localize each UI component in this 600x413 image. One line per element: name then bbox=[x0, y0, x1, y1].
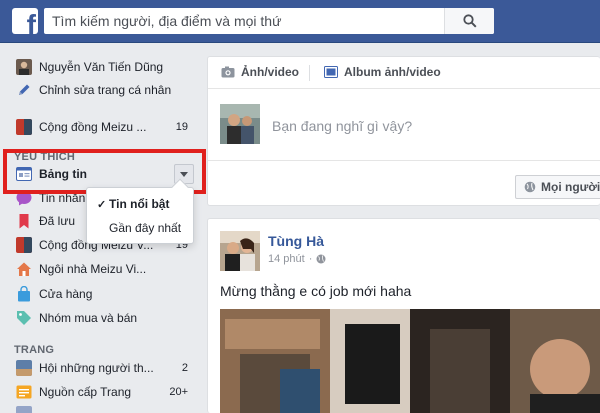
sidebar-item-label: Hội những người th... bbox=[39, 361, 154, 375]
composer-placeholder[interactable]: Bạn đang nghĩ gì vậy? bbox=[272, 118, 412, 134]
dropdown-option-label: Gần đây nhất bbox=[109, 221, 182, 235]
checkmark-icon: ✓ bbox=[97, 198, 107, 211]
post-author-avatar[interactable] bbox=[220, 231, 260, 271]
feed-post: Tùng Hà 14 phút · Mừng thằng e có job mớ… bbox=[207, 218, 600, 413]
tag-icon bbox=[17, 311, 31, 325]
sidebar-item-edit-profile[interactable]: Chỉnh sửa trang cá nhân bbox=[16, 80, 196, 100]
sidebar-item-page-feed[interactable]: Nguồn cấp Trang 20+ bbox=[16, 382, 196, 402]
sidebar-item-label: Chỉnh sửa trang cá nhân bbox=[39, 83, 172, 97]
composer-body[interactable]: Bạn đang nghĩ gì vậy? bbox=[208, 90, 600, 160]
post-time-text: 14 phút bbox=[268, 253, 305, 265]
tab-divider bbox=[309, 65, 310, 81]
time-separator: · bbox=[308, 253, 313, 265]
sidebar-item-label: Đã lưu bbox=[39, 214, 76, 228]
post-text: Mừng thằng e có job mới haha bbox=[220, 283, 412, 299]
tab-label: Ảnh/video bbox=[241, 65, 300, 79]
camera-icon bbox=[221, 66, 235, 78]
sidebar-item-label: Nguồn cấp Trang bbox=[39, 385, 132, 399]
sidebar-item-label: Nguyễn Văn Tiến Dũng bbox=[39, 60, 164, 74]
composer-footer: Mọi người bbox=[208, 160, 600, 206]
top-navigation-bar: f bbox=[0, 0, 600, 43]
sidebar-item-label: Nhóm mua và bán bbox=[39, 311, 138, 325]
sidebar-item-count: 19 bbox=[175, 121, 188, 133]
sidebar-item-shop[interactable]: Cửa hàng bbox=[16, 284, 196, 304]
sidebar-item-group-meizu[interactable]: Cộng đồng Meizu ... 19 bbox=[16, 117, 196, 137]
globe-icon bbox=[524, 181, 536, 193]
feed-sort-dropdown-menu: ✓ Tin nổi bật Gần đây nhất bbox=[86, 178, 194, 244]
search-input[interactable] bbox=[44, 8, 444, 34]
dropdown-option-most-recent[interactable]: Gần đây nhất bbox=[87, 217, 193, 239]
sidebar-item-profile[interactable]: Nguyễn Văn Tiến Dũng bbox=[16, 57, 196, 77]
sidebar-item-count: 2 bbox=[181, 362, 188, 374]
sidebar-item-page-home[interactable]: Ngôi nhà Meizu Vi... bbox=[16, 259, 196, 279]
group-thumbnail-icon bbox=[16, 237, 32, 253]
globe-icon bbox=[316, 254, 326, 264]
sidebar-item-buy-sell[interactable]: Nhóm mua và bán bbox=[16, 308, 196, 328]
facebook-logo[interactable]: f bbox=[12, 8, 38, 34]
post-photo-image bbox=[220, 309, 600, 413]
tab-photo-album[interactable]: Album ảnh/video bbox=[324, 65, 441, 79]
sidebar-item-count: 20+ bbox=[169, 386, 188, 398]
page-thumbnail-icon bbox=[16, 360, 32, 376]
search-box bbox=[44, 8, 494, 34]
page-thumbnail-icon bbox=[16, 406, 32, 413]
sidebar-item-label: Ngôi nhà Meizu Vi... bbox=[39, 262, 147, 276]
bookmark-icon bbox=[19, 214, 29, 229]
post-author-name[interactable]: Tùng Hà bbox=[268, 233, 324, 249]
sidebar-item-partial[interactable] bbox=[16, 404, 196, 413]
sidebar-item-label: Cộng đồng Meizu ... bbox=[39, 120, 147, 134]
post-timestamp[interactable]: 14 phút · bbox=[268, 253, 326, 265]
sidebar-item-label: Cửa hàng bbox=[39, 287, 93, 301]
user-avatar bbox=[220, 104, 260, 144]
house-icon bbox=[17, 262, 31, 276]
tab-label: Album ảnh/video bbox=[344, 65, 441, 79]
privacy-selector-button[interactable]: Mọi người bbox=[515, 175, 600, 199]
privacy-label: Mọi người bbox=[541, 180, 600, 194]
sidebar-item-page-1[interactable]: Hội những người th... 2 bbox=[16, 358, 196, 378]
section-pages-heading: TRANG bbox=[14, 344, 55, 356]
pencil-icon bbox=[19, 84, 30, 95]
composer-tabs: Ảnh/video Album ảnh/video bbox=[208, 57, 600, 89]
shopping-bag-icon bbox=[18, 286, 30, 302]
album-icon bbox=[324, 66, 338, 78]
tab-photo-video[interactable]: Ảnh/video bbox=[221, 65, 299, 79]
search-icon bbox=[462, 14, 477, 28]
dropdown-option-label: Tin nổi bật bbox=[109, 197, 170, 211]
pages-feed-icon bbox=[16, 385, 32, 399]
group-thumbnail-icon bbox=[16, 119, 32, 135]
search-button[interactable] bbox=[444, 8, 494, 34]
dropdown-option-top-stories[interactable]: ✓ Tin nổi bật bbox=[87, 193, 193, 215]
post-photo[interactable] bbox=[220, 309, 600, 413]
post-composer: Ảnh/video Album ảnh/video Bạn đang nghĩ … bbox=[207, 56, 600, 206]
profile-avatar-icon bbox=[16, 59, 32, 75]
